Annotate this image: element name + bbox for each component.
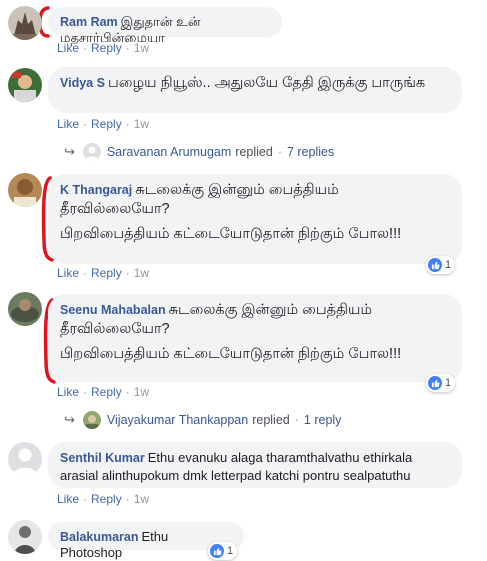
like-link[interactable]: Like <box>57 266 79 280</box>
like-link[interactable]: Like <box>57 492 79 506</box>
avatar[interactable] <box>8 442 42 476</box>
reply-author[interactable]: Vijayakumar Thankappan <box>107 413 248 427</box>
comment-actions: Like · Reply · 1w <box>57 385 150 399</box>
timestamp[interactable]: 1w <box>134 385 149 399</box>
thumbs-up-icon <box>428 376 442 390</box>
avatar <box>82 143 101 161</box>
like-link[interactable]: Like <box>57 41 79 55</box>
comment-bubble: Vidya S பழைய நியூஸ்.. அதுலயே தேதி இருக்கு… <box>48 67 462 113</box>
thumbs-up-icon <box>428 258 442 272</box>
timestamp[interactable]: 1w <box>134 266 149 280</box>
comment-author[interactable]: Vidya S <box>60 76 105 90</box>
avatar[interactable] <box>8 173 42 207</box>
comment-actions: Like · Reply · 1w <box>57 41 150 55</box>
reply-link[interactable]: Reply <box>91 492 122 506</box>
comment-bubble: Ram Ram இதுதான் உன் மதசார்பின்மையா <box>48 7 282 45</box>
reply-action: replied <box>252 413 290 427</box>
timestamp[interactable]: 1w <box>134 492 149 506</box>
comment-text: பிறவிபைத்தியம் கட்டையோடுதான் நிற்கும் போ… <box>60 346 402 362</box>
thumbs-up-icon <box>210 544 224 558</box>
reaction-count: 1 <box>445 377 452 389</box>
reply-link[interactable]: Reply <box>91 266 122 280</box>
comment-bubble: K Thangaraj சுடலைக்கு இன்னும் பைத்தியம் த… <box>48 174 462 264</box>
comment-actions: Like · Reply · 1w <box>57 266 150 280</box>
reply-link[interactable]: Reply <box>91 117 122 131</box>
avatar[interactable] <box>8 6 42 40</box>
like-link[interactable]: Like <box>57 117 79 131</box>
avatar[interactable] <box>8 292 42 326</box>
view-replies[interactable]: ↪ Saravanan Arumugam replied · 7 replies <box>64 143 334 161</box>
reply-link[interactable]: Reply <box>91 41 122 55</box>
reaction-count: 1 <box>227 545 234 557</box>
comment-actions: Like · Reply · 1w <box>57 117 150 131</box>
avatar <box>82 411 101 429</box>
comment-author[interactable]: Ram Ram <box>60 15 118 29</box>
timestamp[interactable]: 1w <box>134 117 149 131</box>
reply-arrow-icon: ↪ <box>64 144 75 159</box>
comment-author[interactable]: K Thangaraj <box>60 183 132 197</box>
view-replies[interactable]: ↪ Vijayakumar Thankappan replied · 1 rep… <box>64 411 341 429</box>
avatar[interactable] <box>8 520 42 554</box>
reply-action: replied <box>235 145 273 159</box>
comment-text: பழைய நியூஸ்.. அதுலயே தேதி இருக்கு பாருங்… <box>107 75 426 91</box>
comment-bubble: Senthil Kumar Ethu evanuku alaga tharamth… <box>48 442 462 488</box>
reply-author[interactable]: Saravanan Arumugam <box>107 145 231 159</box>
like-link[interactable]: Like <box>57 385 79 399</box>
reply-arrow-icon: ↪ <box>64 412 75 427</box>
reaction-badge[interactable]: 1 <box>426 256 456 274</box>
comment-bubble: Seenu Mahabalan சுடலைக்கு இன்னும் பைத்திய… <box>48 294 462 382</box>
reaction-badge[interactable]: 1 <box>208 542 238 560</box>
reply-count[interactable]: 1 reply <box>304 413 342 427</box>
reaction-badge[interactable]: 1 <box>426 374 456 392</box>
comment-actions: Like · Reply · 1w <box>57 492 150 506</box>
timestamp[interactable]: 1w <box>134 41 149 55</box>
comment-author[interactable]: Seenu Mahabalan <box>60 303 166 317</box>
avatar[interactable] <box>8 68 42 102</box>
comment-author[interactable]: Balakumaran <box>60 530 139 544</box>
reply-count[interactable]: 7 replies <box>287 145 334 159</box>
comment-author[interactable]: Senthil Kumar <box>60 451 145 465</box>
comment-text: பிறவிபைத்தியம் கட்டையோடுதான் நிற்கும் போ… <box>60 226 402 242</box>
reaction-count: 1 <box>445 259 452 271</box>
reply-link[interactable]: Reply <box>91 385 122 399</box>
